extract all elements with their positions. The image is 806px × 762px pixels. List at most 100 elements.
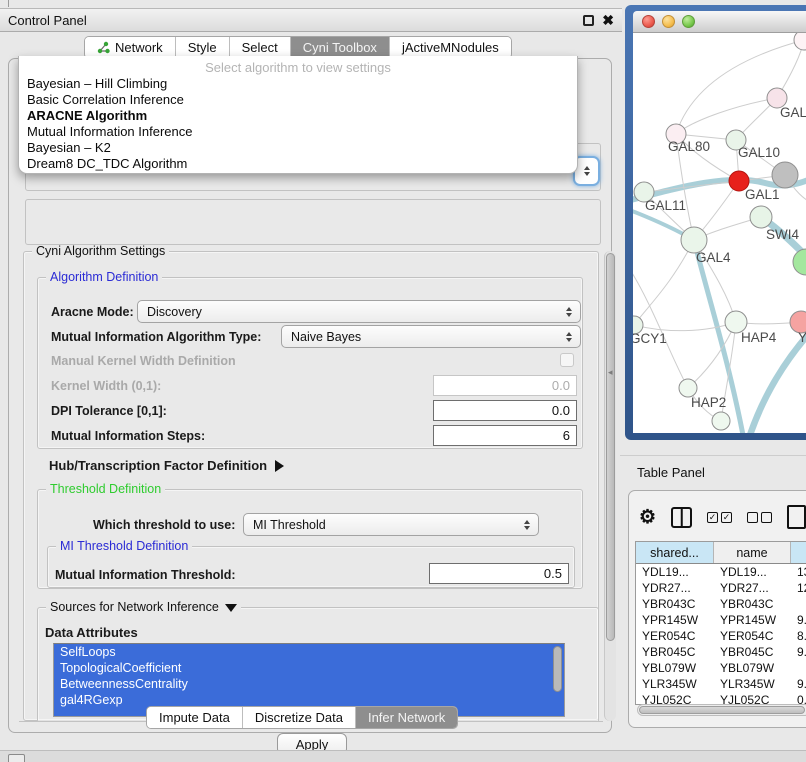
network-node-label: GAL4 bbox=[696, 250, 731, 265]
table-row[interactable]: YLR345WYLR345W9. bbox=[636, 676, 806, 692]
cyni-algorithm-settings-title: Cyni Algorithm Settings bbox=[32, 244, 169, 258]
mi-algorithm-type-value: Naive Bayes bbox=[291, 330, 361, 344]
table-row[interactable]: YPR145WYPR145W9. bbox=[636, 612, 806, 628]
network-window-titlebar[interactable] bbox=[633, 11, 806, 33]
mi-algorithm-type-combo[interactable]: Naive Bayes bbox=[281, 325, 581, 348]
algorithm-option[interactable]: Bayesian – Hill Climbing bbox=[19, 76, 577, 92]
settings-scrollbar[interactable] bbox=[604, 251, 616, 721]
zoom-traffic-light-icon[interactable] bbox=[682, 15, 695, 28]
network-edge[interactable] bbox=[634, 322, 736, 331]
which-threshold-label: Which threshold to use: bbox=[93, 518, 235, 532]
network-node-label: GAL11 bbox=[645, 198, 686, 213]
select-all-icon[interactable]: ✓✓ bbox=[707, 512, 732, 523]
restore-panel-icon[interactable] bbox=[8, 754, 25, 762]
collapse-down-icon bbox=[225, 604, 237, 612]
node-table[interactable]: shared...nameYDL19...YDL19...13YDR27...Y… bbox=[635, 541, 806, 705]
algorithm-option[interactable]: Dream8 DC_TDC Algorithm bbox=[19, 156, 577, 172]
table-cell: YBR045C bbox=[714, 644, 791, 660]
minimize-traffic-light-icon[interactable] bbox=[662, 15, 675, 28]
dpi-tolerance-input[interactable]: 0.0 bbox=[433, 400, 577, 421]
data-attribute-item[interactable]: TopologicalCoefficient bbox=[54, 660, 564, 676]
close-icon[interactable]: ✖ bbox=[602, 13, 614, 27]
tab-network[interactable]: Network bbox=[85, 37, 176, 58]
which-threshold-combo[interactable]: MI Threshold bbox=[243, 513, 539, 536]
gear-icon[interactable]: ⚙ bbox=[639, 508, 656, 527]
table-panel-window: ⚙ ✓✓ shared...nameYDL19...YDL19...13YDR2… bbox=[628, 490, 806, 728]
network-canvas[interactable]: GAL7GAL80GAL10GAL1GAL11SWI4GAL4GCY1HAP4Y… bbox=[633, 33, 806, 433]
tab-jactivemnodules[interactable]: jActiveMNodules bbox=[390, 37, 511, 58]
float-window-icon[interactable] bbox=[583, 15, 594, 26]
kernel-width-input[interactable]: 0.0 bbox=[433, 375, 577, 396]
network-edge[interactable] bbox=[634, 240, 694, 325]
network-view-window[interactable]: GAL7GAL80GAL10GAL1GAL11SWI4GAL4GCY1HAP4Y… bbox=[625, 5, 806, 440]
tab-impute-data[interactable]: Impute Data bbox=[147, 707, 243, 728]
tab-cyni-toolbox[interactable]: Cyni Toolbox bbox=[291, 37, 390, 58]
table-cell bbox=[791, 596, 806, 612]
table-cell: 9. bbox=[791, 676, 806, 692]
mi-steps-input[interactable]: 6 bbox=[433, 425, 577, 446]
table-cell: YBR043C bbox=[714, 596, 791, 612]
close-traffic-light-icon[interactable] bbox=[642, 15, 655, 28]
tab-discretize-data[interactable]: Discretize Data bbox=[243, 707, 356, 728]
network-edge[interactable] bbox=[676, 98, 777, 134]
algorithm-option[interactable]: Mutual Information Inference bbox=[19, 124, 577, 140]
manual-kernel-width-checkbox[interactable] bbox=[560, 353, 574, 367]
table-column-header[interactable]: shared... bbox=[636, 542, 714, 563]
table-cell: YER054C bbox=[714, 628, 791, 644]
manual-kernel-width-label: Manual Kernel Width Definition bbox=[51, 354, 236, 368]
panel-splitter-handle[interactable]: ◂ bbox=[608, 366, 616, 378]
hidden-groupbox-fragment bbox=[25, 199, 601, 245]
tab-select[interactable]: Select bbox=[230, 37, 291, 58]
table-cell: YPR145W bbox=[636, 612, 714, 628]
aracne-mode-value: Discovery bbox=[147, 305, 202, 319]
data-attribute-item[interactable]: BetweennessCentrality bbox=[54, 676, 564, 692]
table-row[interactable]: YDL19...YDL19...13 bbox=[636, 564, 806, 580]
network-node[interactable] bbox=[750, 206, 772, 228]
table-cell: 8. bbox=[791, 628, 806, 644]
split-pane-icon[interactable] bbox=[671, 507, 692, 528]
network-node[interactable] bbox=[712, 412, 730, 430]
mi-algorithm-type-label: Mutual Information Algorithm Type: bbox=[51, 330, 261, 344]
function-builder-icon[interactable] bbox=[787, 505, 806, 529]
table-column-header[interactable] bbox=[791, 542, 806, 563]
table-row[interactable]: YBR043CYBR043C bbox=[636, 596, 806, 612]
dpi-tolerance-label: DPI Tolerance [0,1]: bbox=[51, 404, 167, 418]
table-horizontal-scrollbar[interactable] bbox=[637, 704, 806, 716]
table-cell: YER054C bbox=[636, 628, 714, 644]
list-scrollbar[interactable] bbox=[553, 646, 562, 692]
tab-style[interactable]: Style bbox=[176, 37, 230, 58]
stepper-down-icon bbox=[584, 172, 590, 176]
network-node[interactable] bbox=[793, 249, 806, 275]
aracne-mode-combo[interactable]: Discovery bbox=[137, 300, 581, 323]
algorithm-dropdown-items: Bayesian – Hill ClimbingBasic Correlatio… bbox=[19, 76, 577, 172]
table-row[interactable]: YBL079WYBL079W bbox=[636, 660, 806, 676]
network-node-label: GAL80 bbox=[668, 139, 710, 154]
combo-stepper-icon bbox=[566, 307, 572, 317]
table-cell bbox=[791, 660, 806, 676]
table-row[interactable]: YDR27...YDR27...12 bbox=[636, 580, 806, 596]
algorithm-dropdown-placeholder: Select algorithm to view settings bbox=[19, 59, 577, 76]
control-panel-titlebar: Control Panel ✖ bbox=[0, 8, 622, 32]
algorithm-option[interactable]: ARACNE Algorithm bbox=[19, 108, 577, 124]
network-node[interactable] bbox=[772, 162, 798, 188]
algorithm-option[interactable]: Basic Correlation Inference bbox=[19, 92, 577, 108]
deselect-all-icon[interactable] bbox=[747, 512, 772, 523]
status-bar bbox=[0, 750, 806, 762]
table-cell: YBL079W bbox=[714, 660, 791, 676]
network-icon bbox=[97, 41, 110, 54]
kernel-width-label: Kernel Width (0,1): bbox=[51, 379, 161, 393]
hub-definition-expander[interactable]: Hub/Transcription Factor Definition bbox=[49, 458, 284, 473]
tab-infer-network[interactable]: Infer Network bbox=[356, 707, 457, 728]
table-row[interactable]: YER054CYER054C8. bbox=[636, 628, 806, 644]
table-toolbar: ⚙ ✓✓ bbox=[639, 503, 806, 531]
algorithm-option[interactable]: Bayesian – K2 bbox=[19, 140, 577, 156]
table-row[interactable]: YBR045CYBR045C9. bbox=[636, 644, 806, 660]
network-node[interactable] bbox=[794, 33, 806, 50]
table-cell: 9. bbox=[791, 612, 806, 628]
table-scrollbar-thumb[interactable] bbox=[639, 706, 805, 714]
table-column-header[interactable]: name bbox=[714, 542, 791, 563]
settings-scrollbar-thumb[interactable] bbox=[606, 253, 615, 641]
mi-threshold-input[interactable]: 0.5 bbox=[429, 563, 569, 584]
table-panel-title: Table Panel bbox=[637, 465, 705, 480]
data-attribute-item[interactable]: SelfLoops bbox=[54, 644, 564, 660]
